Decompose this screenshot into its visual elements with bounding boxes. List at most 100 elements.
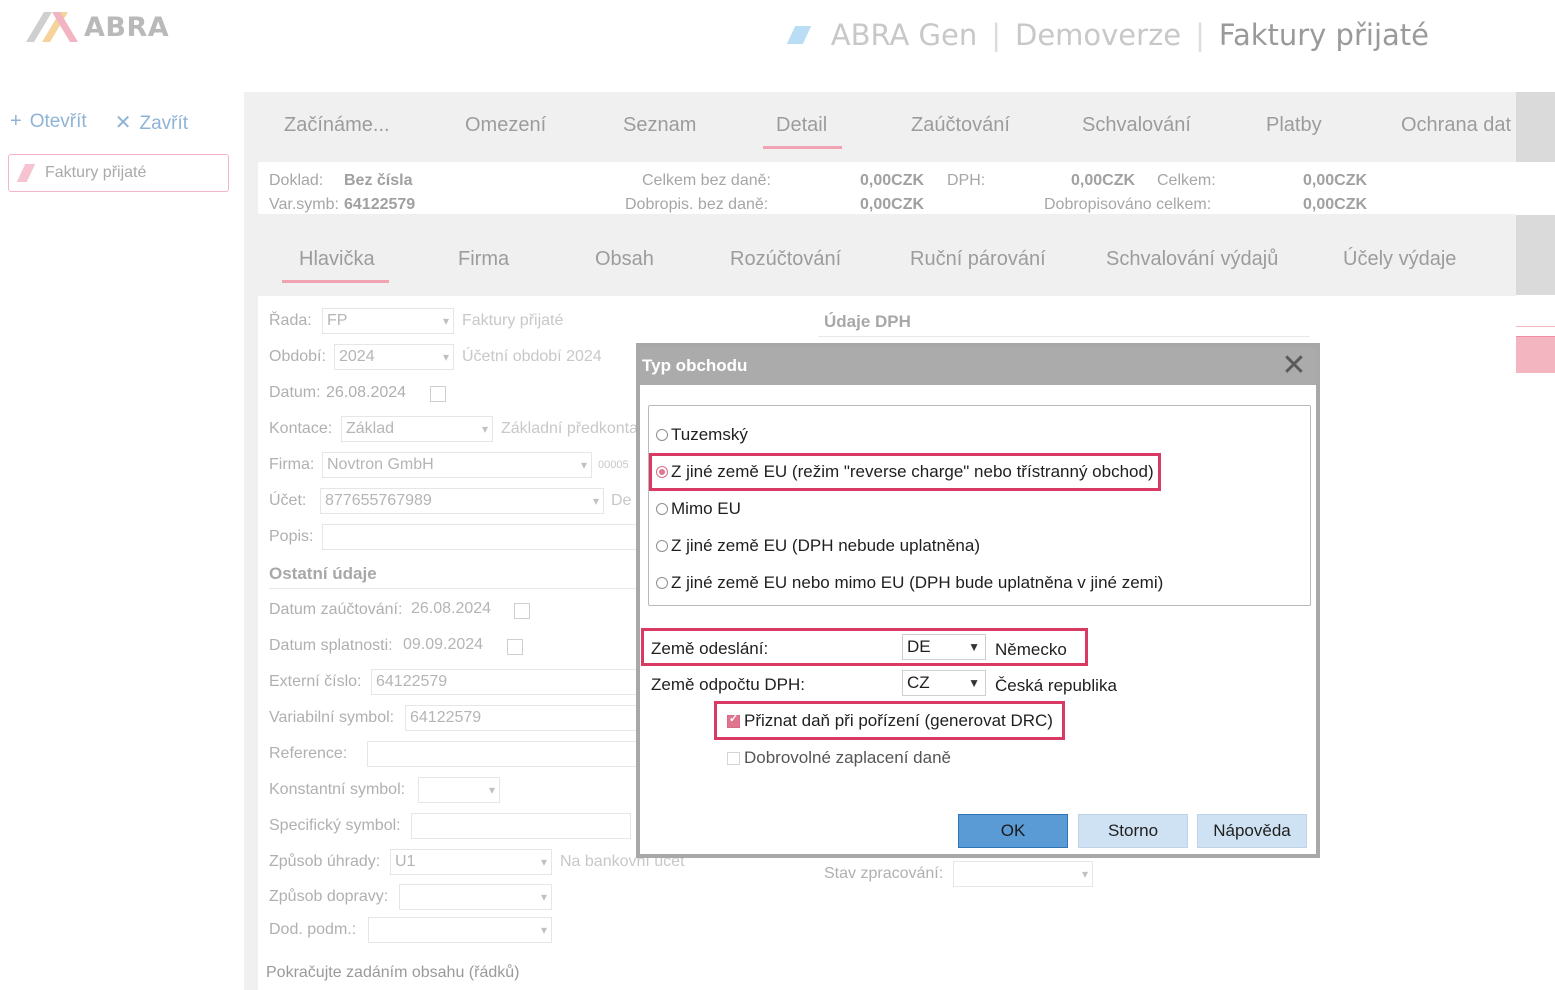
obdobi-select[interactable]: 2024	[334, 344, 454, 370]
scrollbar-strip[interactable]	[1516, 92, 1555, 162]
subtab-ucely-vydaje[interactable]: Účely výdaje	[1343, 248, 1456, 271]
radio-button[interactable]	[656, 503, 668, 515]
side-indicator[interactable]	[1516, 336, 1555, 373]
open-button[interactable]: + Otevřít	[10, 110, 87, 135]
tab-zaciname[interactable]: Začínáme...	[284, 114, 390, 137]
storno-button[interactable]: Storno	[1078, 814, 1188, 848]
subtab-firma[interactable]: Firma	[458, 248, 509, 271]
kontace-note: Základní předkonta	[501, 420, 638, 437]
datum-zauctovani-input[interactable]: 26.08.2024	[407, 597, 527, 623]
trade-type-group: Tuzemský Z jiné země EU (režim "reverse …	[648, 405, 1311, 606]
logo-text: ABRA	[84, 11, 170, 43]
varsymb-value: 64122579	[344, 196, 416, 213]
radio-label: Tuzemský	[671, 425, 748, 444]
externi-cislo-value: 64122579	[376, 673, 448, 690]
highlight-box	[714, 701, 1065, 740]
externi-cislo-label: Externí číslo:	[269, 673, 362, 690]
dph-label: DPH:	[947, 172, 986, 189]
dialog-titlebar[interactable]: Typ obchodu ✕	[640, 347, 1316, 385]
subtab-hlavicka[interactable]: Hlavička	[299, 248, 375, 271]
dialog-close-icon[interactable]: ✕	[1278, 347, 1310, 385]
app-database: Demoverze	[1014, 18, 1182, 52]
calendar-icon[interactable]	[514, 603, 530, 619]
document-mark-icon	[16, 164, 36, 182]
dph-value: 0,00CZK	[1071, 172, 1136, 189]
specificky-symbol-input[interactable]	[411, 813, 631, 839]
firma-label: Firma:	[269, 456, 315, 473]
externi-cislo-input[interactable]: 64122579	[371, 669, 637, 695]
radio-button[interactable]	[656, 540, 668, 552]
reference-label: Reference:	[269, 745, 348, 762]
highlight-box	[641, 628, 1088, 666]
tab-omezeni[interactable]: Omezení	[465, 114, 546, 137]
close-button[interactable]: ✕ Zavřít	[115, 110, 188, 135]
open-document-item[interactable]: Faktury přijaté	[8, 154, 229, 192]
firma-select[interactable]: Novtron GmbH	[322, 452, 592, 478]
datum-zauctovani-value: 26.08.2024	[411, 600, 492, 617]
datum-splatnosti-input[interactable]: 09.09.2024	[399, 633, 519, 659]
tab-platby[interactable]: Platby	[1266, 114, 1322, 137]
popis-input[interactable]	[322, 524, 642, 550]
radio-mimo-eu[interactable]: Mimo EU	[656, 498, 741, 520]
reference-input[interactable]	[367, 741, 637, 767]
tab-seznam[interactable]: Seznam	[623, 114, 696, 137]
ucet-select[interactable]: 877655767989	[320, 488, 604, 514]
rada-label: Řada:	[269, 312, 312, 329]
konstantni-symbol-select[interactable]	[418, 777, 500, 803]
dobropisovano-label: Dobropisováno celkem:	[1044, 196, 1212, 213]
radio-eu-bez-dph[interactable]: Z jiné země EU (DPH nebude uplatněna)	[656, 535, 980, 557]
zeme-odpoctu-code: CZ	[907, 673, 930, 692]
subtab-rucni-parovani[interactable]: Ruční párování	[910, 248, 1046, 271]
kontace-label: Kontace:	[269, 420, 333, 437]
firma-code: 00005	[598, 459, 629, 471]
subtab-obsah[interactable]: Obsah	[595, 248, 654, 271]
stav-zpracovani-select[interactable]	[953, 861, 1093, 887]
doklad-label: Doklad:	[269, 172, 324, 189]
subtab-schvalovani-vydaju[interactable]: Schvalování výdajů	[1106, 248, 1278, 271]
radio-button[interactable]	[656, 577, 668, 589]
typ-obchodu-dialog: Typ obchodu ✕ Tuzemský Z jiné země EU (r…	[636, 343, 1320, 858]
dobrovolne-checkbox[interactable]: Dobrovolné zaplacení daně	[727, 748, 951, 768]
radio-label: Z jiné země EU (DPH nebude uplatněna)	[671, 536, 980, 555]
datum-value[interactable]: 26.08.2024	[326, 384, 406, 402]
kontace-select[interactable]: Základ	[341, 416, 493, 442]
radio-tuzemsky[interactable]: Tuzemský	[656, 424, 748, 446]
ucet-value: 877655767989	[325, 492, 432, 509]
calendar-icon[interactable]	[507, 639, 523, 655]
rada-value: FP	[327, 312, 348, 329]
abra-logo-icon	[26, 12, 78, 42]
active-tab-underline	[763, 146, 842, 149]
ucet-label: Účet:	[269, 492, 307, 509]
zeme-odpoctu-select[interactable]: CZ ▼	[902, 670, 986, 696]
datum-splatnosti-value: 09.09.2024	[403, 636, 484, 653]
tab-ochrana-dat[interactable]: Ochrana dat	[1401, 114, 1511, 137]
napoveda-button[interactable]: Nápověda	[1197, 814, 1307, 848]
scrollbar-strip[interactable]	[1516, 215, 1555, 295]
radio-label: Z jiné země EU nebo mimo EU (DPH bude up…	[671, 573, 1164, 592]
variabilni-symbol-input[interactable]: 64122579	[405, 705, 637, 731]
calendar-icon[interactable]	[430, 386, 446, 402]
dobropisovano-value: 0,00CZK	[1303, 196, 1368, 213]
title-slash-icon	[786, 26, 811, 44]
document-summary: Doklad: Bez čísla Var.symb: 64122579 Cel…	[258, 162, 1555, 214]
celkem-label: Celkem:	[1157, 172, 1216, 189]
varsymb-label: Var.symb:	[269, 196, 339, 213]
konstantni-symbol-label: Konstantní symbol:	[269, 781, 406, 798]
subtab-rozuctovani[interactable]: Rozúčtování	[730, 248, 841, 271]
tab-schvalovani[interactable]: Schvalování	[1082, 114, 1191, 137]
rada-note: Faktury přijaté	[462, 312, 564, 329]
tab-detail[interactable]: Detail	[776, 114, 827, 137]
ok-button[interactable]: OK	[958, 814, 1068, 848]
rada-select[interactable]: FP	[322, 308, 454, 334]
tab-zauctovani[interactable]: Zaúčtování	[911, 114, 1010, 137]
app-product: ABRA Gen	[830, 18, 978, 52]
checkbox[interactable]	[727, 751, 740, 765]
zeme-odpoctu-label: Země odpočtu DPH:	[651, 675, 806, 694]
zpusob-uhrady-select[interactable]: U1	[390, 849, 552, 875]
left-actions: + Otevřít ✕ Zavřít	[10, 110, 188, 135]
dod-podm-select[interactable]	[368, 917, 552, 943]
radio-button[interactable]	[656, 429, 668, 441]
zpusob-dopravy-select[interactable]	[399, 884, 552, 910]
radio-jina-zeme[interactable]: Z jiné země EU nebo mimo EU (DPH bude up…	[656, 572, 1163, 594]
dobropis-label: Dobropis. bez daně:	[625, 196, 769, 213]
